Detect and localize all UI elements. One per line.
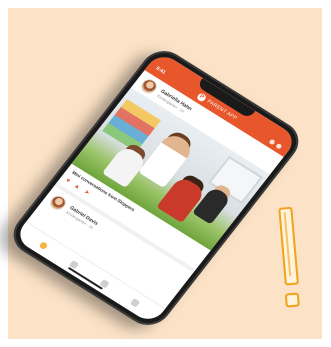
heart-icon[interactable]: ♥	[64, 178, 71, 185]
avatar[interactable]	[47, 192, 70, 213]
logo-icon: P	[195, 92, 208, 103]
comment-icon[interactable]: ▲	[72, 183, 81, 191]
menu-icon[interactable]	[275, 142, 283, 150]
notification-icon[interactable]	[268, 138, 277, 145]
exclamation-dot	[284, 292, 300, 308]
photo-child	[101, 144, 149, 188]
home-tab-icon[interactable]	[38, 240, 49, 250]
profile-tab-icon[interactable]	[129, 297, 141, 307]
photo-shelf	[102, 99, 161, 153]
share-icon[interactable]: ➤	[83, 189, 91, 196]
avatar[interactable]	[138, 76, 161, 96]
status-time: 9:41	[154, 65, 167, 76]
exclamation-bar	[278, 206, 299, 286]
header-icons	[268, 130, 289, 150]
